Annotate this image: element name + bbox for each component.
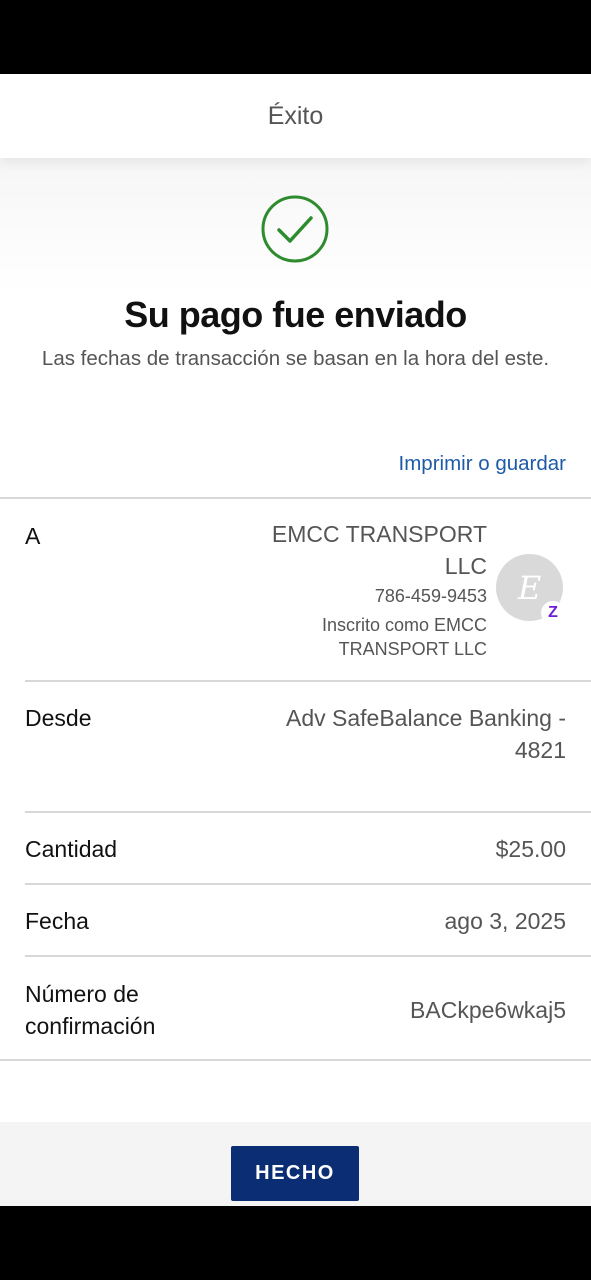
header: Éxito bbox=[0, 74, 591, 158]
screen: Éxito Su pago fue enviado Las fechas de … bbox=[0, 74, 591, 1206]
divider bbox=[0, 1059, 591, 1061]
zelle-icon: Z bbox=[541, 601, 565, 625]
confirmation-number: BACkpe6wkaj5 bbox=[410, 997, 566, 1023]
divider bbox=[25, 811, 591, 813]
navigation-bar bbox=[0, 1206, 591, 1280]
print-or-save-link[interactable]: Imprimir o guardar bbox=[399, 452, 566, 476]
to-label: A bbox=[25, 523, 41, 549]
timezone-note: Las fechas de transacción se basan en la… bbox=[41, 347, 550, 370]
divider bbox=[25, 955, 591, 957]
divider bbox=[0, 497, 591, 499]
success-title: Su pago fue enviado bbox=[124, 294, 467, 335]
done-button[interactable]: HECHO bbox=[231, 1146, 359, 1201]
divider bbox=[25, 883, 591, 885]
payee-enrolled-as: Inscrito como EMCC TRANSPORT LLC bbox=[321, 615, 487, 659]
date-value: ago 3, 2025 bbox=[444, 908, 566, 934]
footer: HECHO bbox=[0, 1122, 591, 1206]
success-hero: Su pago fue enviado Las fechas de transa… bbox=[0, 158, 591, 498]
divider bbox=[25, 680, 591, 682]
amount-label: Cantidad bbox=[25, 836, 118, 862]
from-label: Desde bbox=[25, 705, 92, 731]
check-circle-icon bbox=[261, 195, 329, 263]
payee-name: EMCC TRANSPORT LLC bbox=[271, 521, 487, 579]
amount-value: $25.00 bbox=[495, 836, 566, 862]
confirmation-label: Número de confirmación bbox=[25, 981, 156, 1039]
date-label: Fecha bbox=[25, 908, 89, 934]
status-bar bbox=[0, 0, 591, 74]
payee-phone: 786-459-9453 bbox=[374, 586, 487, 606]
page-title: Éxito bbox=[267, 101, 324, 130]
from-account: Adv SafeBalance Banking - 4821 bbox=[285, 705, 566, 763]
